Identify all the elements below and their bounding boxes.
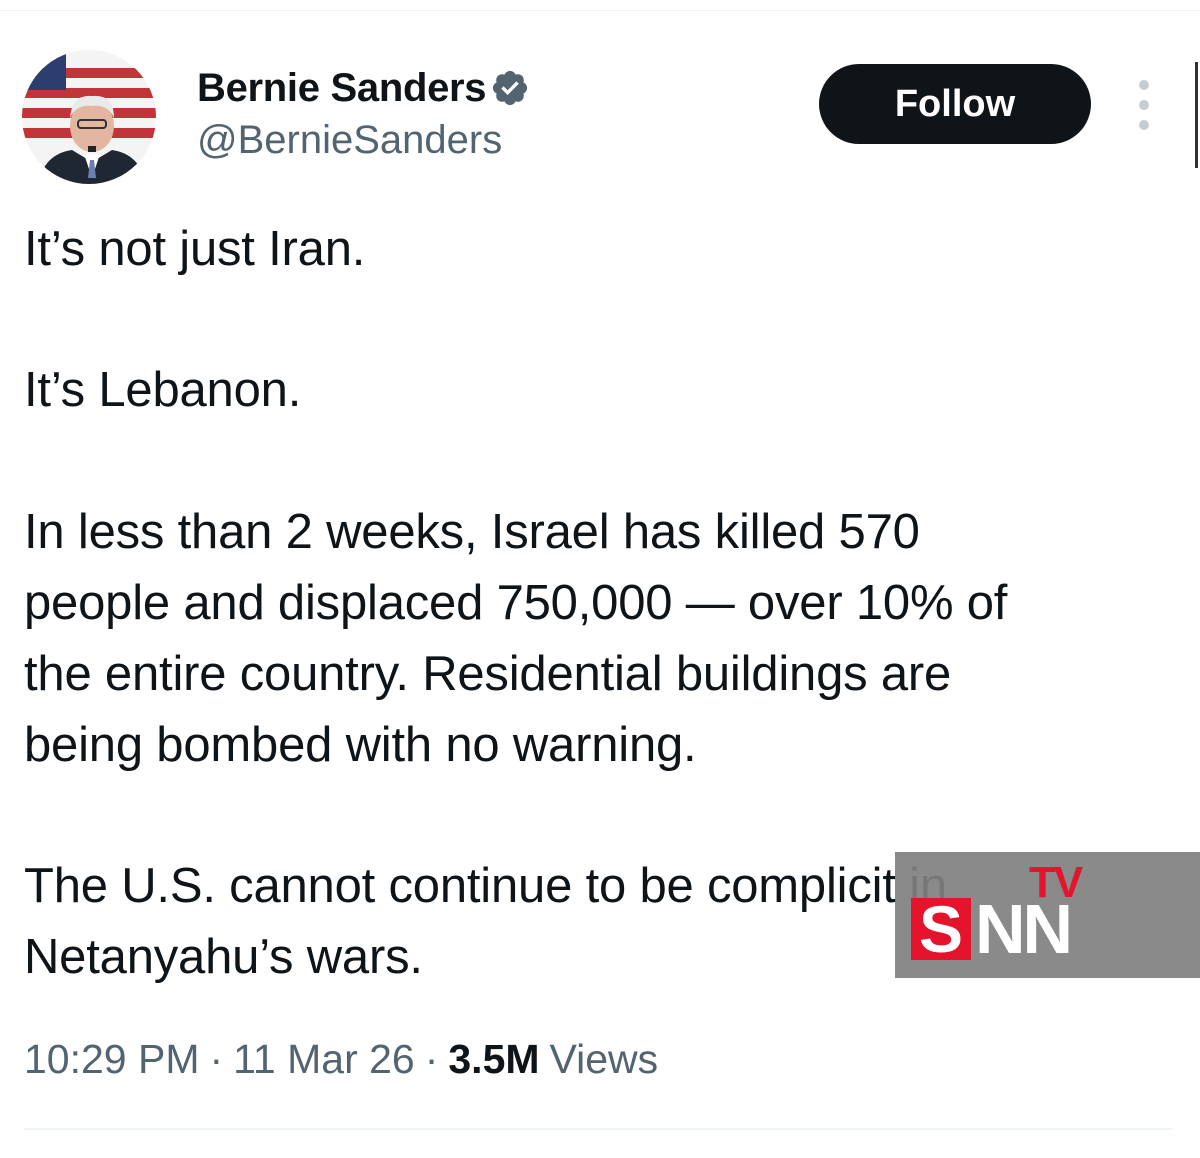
handle[interactable]: @BernieSanders: [197, 118, 502, 163]
more-dot: [1139, 120, 1149, 130]
avatar-photo: [22, 50, 156, 184]
more-dot: [1139, 80, 1149, 90]
tweet-paragraph: In less than 2 weeks, Israel has killed …: [24, 505, 1008, 772]
top-divider: [0, 10, 1200, 11]
verified-badge-icon: [490, 68, 530, 108]
bottom-divider: [24, 1128, 1172, 1130]
scrollbar-edge: [1195, 62, 1198, 168]
meta-separator: ·: [424, 1036, 439, 1082]
follow-button[interactable]: Follow: [819, 64, 1091, 144]
tweet-date[interactable]: 11 Mar 26: [233, 1036, 415, 1083]
tweet-meta: 10:29 PM · 11 Mar 26 · 3.5M Views: [24, 1036, 658, 1083]
author-name-row[interactable]: Bernie Sanders: [197, 62, 530, 114]
views-count: 3.5M: [448, 1036, 540, 1082]
watermark-s: S: [911, 896, 971, 962]
more-options-icon[interactable]: [1126, 80, 1162, 130]
meta-separator: ·: [209, 1036, 224, 1082]
views-label: Views: [549, 1036, 659, 1082]
tweet-paragraph: It’s not just Iran.: [24, 222, 366, 276]
display-name[interactable]: Bernie Sanders: [197, 66, 487, 111]
tweet-paragraph: It’s Lebanon.: [24, 363, 302, 417]
tweet-time[interactable]: 10:29 PM: [24, 1036, 200, 1083]
more-dot: [1139, 100, 1149, 110]
watermark-nn: NN: [975, 890, 1073, 968]
snn-tv-watermark: TV S NN: [895, 852, 1200, 978]
avatar[interactable]: [22, 50, 156, 184]
